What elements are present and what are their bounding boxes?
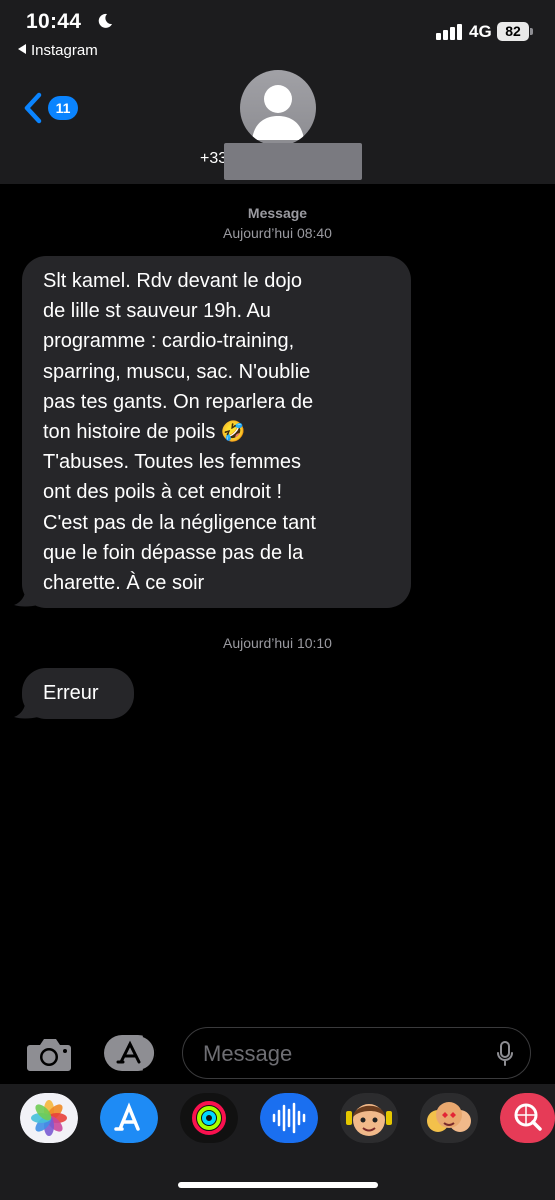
message-input[interactable]: Message (182, 1027, 531, 1079)
back-app-label: Instagram (31, 42, 98, 59)
received-message-bubble[interactable]: Slt kamel. Rdv devant le dojo de lille s… (22, 256, 411, 608)
battery-level: 82 (505, 23, 521, 39)
app-store-icon[interactable] (100, 1093, 158, 1143)
network-type: 4G (469, 22, 492, 41)
message-input-placeholder: Message (203, 1041, 293, 1066)
microphone-icon[interactable] (496, 1041, 514, 1067)
chevron-left-icon (24, 92, 42, 124)
status-time: 10:44 (26, 10, 82, 33)
back-to-app-link[interactable]: Instagram (18, 42, 98, 59)
back-button[interactable]: 11 (22, 88, 82, 128)
unread-count-badge: 11 (48, 96, 78, 120)
message-service-label: Message (247, 205, 308, 221)
camera-icon[interactable] (26, 1036, 72, 1072)
web-search-icon[interactable] (500, 1093, 555, 1143)
contact-avatar[interactable] (240, 70, 316, 146)
photos-icon[interactable] (20, 1093, 78, 1143)
memoji-stickers-icon[interactable] (420, 1093, 478, 1143)
app-store-icon[interactable] (103, 1034, 157, 1072)
focus-moon-icon (98, 13, 112, 28)
timestamp: Aujourd’hui 10:10 (223, 635, 332, 651)
signal-icon (436, 20, 464, 40)
memoji-icon[interactable] (340, 1093, 398, 1143)
audio-message-icon[interactable] (260, 1093, 318, 1143)
battery-icon: 82 (497, 22, 533, 41)
back-triangle-icon (18, 44, 26, 54)
redaction-box (224, 143, 362, 180)
received-message-bubble[interactable]: Erreur (22, 668, 134, 719)
person-icon (252, 85, 304, 140)
activity-icon[interactable] (180, 1093, 238, 1143)
timestamp: Aujourd’hui 08:40 (223, 225, 332, 241)
home-indicator[interactable] (178, 1182, 378, 1188)
